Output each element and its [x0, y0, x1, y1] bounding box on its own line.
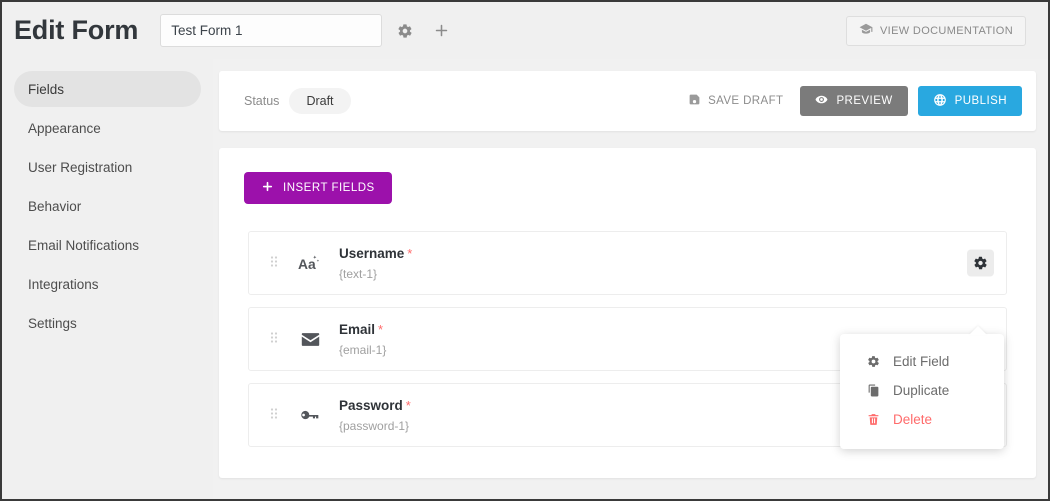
field-label: Username * — [339, 245, 412, 263]
save-draft-label: SAVE DRAFT — [708, 95, 784, 107]
field-label-text: Password — [339, 398, 403, 413]
field-label: Email * — [339, 321, 386, 339]
edit-form-app: Edit Form VIEW DOCUMENTATION — [0, 0, 1050, 501]
graduation-cap-icon — [859, 22, 873, 39]
publish-label: PUBLISH — [954, 95, 1007, 107]
sidebar-item-label: Behavior — [28, 198, 82, 214]
sidebar: Fields Appearance User Registration Beha… — [2, 59, 213, 499]
field-slug: {email-1} — [339, 343, 387, 357]
sidebar-item-settings[interactable]: Settings — [14, 305, 201, 341]
menu-item-duplicate[interactable]: Duplicate — [840, 376, 1004, 405]
sidebar-item-fields[interactable]: Fields — [14, 71, 201, 107]
envelope-icon — [295, 332, 325, 347]
svg-text:Aa: Aa — [298, 256, 316, 272]
field-info: Username * {text-1} — [339, 245, 412, 281]
menu-item-label: Duplicate — [893, 383, 950, 398]
text-field-icon: Aa — [295, 254, 325, 273]
sidebar-item-label: Fields — [28, 81, 65, 97]
preview-button[interactable]: PREVIEW — [800, 86, 908, 116]
sidebar-item-user-registration[interactable]: User Registration — [14, 149, 201, 185]
publish-button[interactable]: PUBLISH — [917, 86, 1022, 116]
popup-caret — [969, 326, 987, 335]
app-header: Edit Form VIEW DOCUMENTATION — [2, 2, 1048, 59]
form-settings-gear-icon[interactable] — [392, 18, 418, 44]
field-info: Password * {password-1} — [339, 397, 411, 433]
sidebar-item-integrations[interactable]: Integrations — [14, 266, 201, 302]
status-badge: Draft — [289, 88, 351, 114]
status-label: Status — [244, 94, 280, 108]
insert-fields-label: INSERT FIELDS — [283, 182, 375, 194]
sidebar-item-email-notifications[interactable]: Email Notifications — [14, 227, 201, 263]
required-asterisk: * — [405, 398, 411, 413]
field-info: Email * {email-1} — [339, 321, 386, 357]
view-documentation-button[interactable]: VIEW DOCUMENTATION — [846, 15, 1026, 46]
menu-item-label: Edit Field — [893, 354, 950, 369]
drag-handle-icon[interactable] — [267, 255, 281, 271]
floppy-disk-icon — [688, 93, 701, 109]
globe-icon — [933, 93, 947, 110]
drag-handle-icon[interactable] — [267, 331, 281, 347]
sidebar-item-label: Appearance — [28, 120, 101, 136]
key-icon — [295, 408, 325, 422]
required-asterisk: * — [378, 322, 384, 337]
view-documentation-label: VIEW DOCUMENTATION — [880, 24, 1013, 37]
field-label-text: Email — [339, 322, 376, 337]
sidebar-item-appearance[interactable]: Appearance — [14, 110, 201, 146]
field-row-username[interactable]: Aa Username * {text-1} — [248, 231, 1007, 295]
field-label-text: Username — [339, 246, 405, 261]
sidebar-item-label: Integrations — [28, 276, 99, 292]
required-asterisk: * — [407, 246, 413, 261]
menu-item-label: Delete — [893, 412, 933, 427]
menu-item-edit-field[interactable]: Edit Field — [840, 347, 1004, 376]
field-settings-gear-icon[interactable] — [967, 249, 994, 277]
save-draft-button[interactable]: SAVE DRAFT — [688, 93, 783, 109]
insert-fields-button[interactable]: INSERT FIELDS — [244, 172, 392, 204]
plus-icon — [261, 180, 274, 196]
sidebar-item-label: User Registration — [28, 159, 133, 175]
page-title: Edit Form — [14, 15, 139, 45]
form-name-input[interactable] — [160, 14, 383, 47]
field-slug: {text-1} — [339, 267, 378, 281]
copy-icon — [866, 384, 881, 397]
sidebar-item-label: Email Notifications — [28, 237, 140, 253]
sidebar-item-behavior[interactable]: Behavior — [14, 188, 201, 224]
eye-icon — [815, 93, 828, 109]
preview-label: PREVIEW — [836, 95, 893, 107]
drag-handle-icon[interactable] — [267, 407, 281, 423]
field-slug: {password-1} — [339, 419, 410, 433]
add-form-plus-icon[interactable] — [428, 18, 454, 44]
field-context-menu[interactable]: Edit Field Duplicate Delete — [840, 326, 1004, 449]
gear-icon — [866, 355, 881, 368]
sidebar-item-label: Settings — [28, 315, 77, 331]
status-bar-card: Status Draft SAVE DRAFT PREVIEW PUBLISH — [219, 71, 1036, 131]
field-label: Password * — [339, 397, 411, 415]
trash-icon — [866, 413, 881, 426]
menu-item-delete[interactable]: Delete — [840, 405, 1004, 434]
